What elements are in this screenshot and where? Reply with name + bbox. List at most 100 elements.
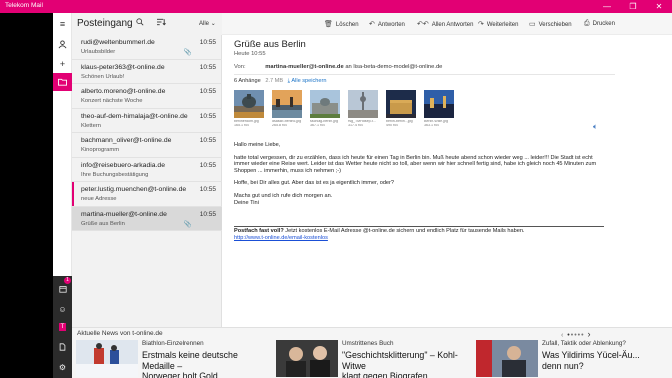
news-image-kohl [276,340,338,377]
person-icon[interactable] [53,35,72,53]
contacts-icon[interactable]: ☺ [53,300,72,318]
attachment-thumbnail[interactable]: berlin-berlin...jpg 490 KB [386,90,416,127]
from-label: Von: [234,64,246,70]
sort-icon[interactable] [157,18,166,28]
photo-tv-tower [348,90,378,118]
item-from: martina-mueller@t-online.de [81,210,167,218]
forward-icon: ↷ [478,21,484,28]
item-time: 10:55 [199,112,216,120]
item-subject: Konzert nächste Woche [81,98,143,104]
document-icon[interactable] [53,338,72,356]
save-icon: ⤓ [287,78,291,84]
item-subject: Grüße aus Berlin [81,220,125,227]
chevron-right-icon[interactable]: › [588,329,592,339]
attachment-thumbnail[interactable]: sschlag-berlin.jpg 367.1 KB [310,90,340,127]
filter-dropdown[interactable]: Alle ⌄ [199,20,216,27]
folder-icon[interactable] [53,73,72,91]
list-item[interactable]: bachmann_oliver@t-online.de 10:55 Kinopr… [72,133,222,158]
reply-button[interactable]: ↶ Antworten [369,20,405,28]
message-list: Posteingang Alle ⌄ rudi@weltenbummerl.de… [72,13,222,327]
reply-all-icon: ↶↶ [417,21,429,28]
mail-paragraph: Hoffe, bei Dir alles gut. Aber das ist e… [234,180,395,187]
search-icon[interactable] [136,18,144,28]
title-bar: Telekom Mail — ❐ ✕ [0,0,672,13]
divider [234,74,615,75]
list-item[interactable]: alberto.moreno@t-online.de 10:55 Konzert… [72,84,222,109]
signature-text: Jetzt kostenlos E-Mail Adresse @t-online… [283,228,525,234]
item-time: 10:55 [199,63,216,71]
item-time: 10:55 [199,186,216,193]
attachment-thumbnail[interactable]: berlinerdom.jpg 165.1 KB [234,90,264,127]
save-all-link[interactable]: ⤓ Alle speichern [288,78,327,84]
news-image-yildirim [476,340,538,377]
list-item[interactable]: info@reisebuero-arkadia.de 10:55 Ihre Bu… [72,158,222,182]
news-category: Umstrittenes Buch [342,340,394,347]
news-item[interactable]: Zufall, Taktik oder Ablenkung? Was Yildi… [472,339,672,378]
reply-all-button[interactable]: ↶↶ Allen Antworten [417,20,473,28]
move-button[interactable]: ▭ Verschieben [529,20,572,28]
item-time: 10:55 [199,39,216,46]
item-subject: Ihre Buchungsbestätigung [81,171,149,178]
save-all-label: Alle speichern [291,78,327,84]
telekom-icon[interactable]: T [53,318,72,336]
news-pager[interactable]: ‹ ••••• › [561,329,592,339]
calendar-icon[interactable]: 1 [53,277,72,298]
minimize-button[interactable]: — [594,0,620,13]
news-headline: "Geschichtsklitterung" – Kohl-Witwe klag… [342,350,458,378]
photo-berlin-skyline [272,90,302,118]
attachment-size: 317.4 KB [348,123,363,127]
item-from: rudi@weltenbummerl.de [81,39,155,46]
photo-berliner-dom [234,90,264,118]
close-button[interactable]: ✕ [646,0,672,13]
photo-berlin-night [424,90,454,118]
news-category: Biathlon-Einzelrennen [142,340,204,347]
print-button[interactable]: ⎙ Drucken [584,20,615,28]
paperclip-icon: 📎 [183,220,192,228]
list-item[interactable]: klaus-peter363@t-online.de 10:55 Schönen… [72,60,222,84]
news-item[interactable]: Umstrittenes Buch "Geschichtsklitterung"… [272,339,472,378]
news-bar: Aktuelle News von t-online.de ‹ ••••• › … [72,327,672,378]
attachment-thumbnail[interactable]: rsg_TMHdsep-t... 317.4 KB [348,90,378,127]
item-from: theo-auf-dem-himalaja@t-online.de [81,112,188,120]
mail-greeting: Hallo meine Liebe, [234,142,281,148]
attachments-info: 6 Anhänge 2.7 MB ⤓ Alle speichern [234,78,327,85]
mail-signature: Postfach fast voll? Jetzt kostenlos E-Ma… [234,228,524,242]
sender-address[interactable]: martina-mueller@t-online.de [265,64,343,70]
trash-icon: 🗑 [324,21,333,28]
delete-button[interactable]: 🗑 Löschen [324,20,359,28]
chevron-left-icon[interactable]: ‹ [561,332,564,339]
list-item[interactable]: theo-auf-dem-himalaja@t-online.de 10:55 … [72,109,222,133]
item-subject: Schönen Urlaub! [81,73,125,80]
item-subject: Klettern [81,122,101,129]
attachment-thumbnail[interactable]: dsaskb-berlin5.jpg 265.8 KB [272,90,302,127]
notification-badge: 1 [64,277,71,284]
news-headline: Was Yildirims Yücel-Äu... denn nun? [542,350,640,371]
plus-icon[interactable]: + [53,55,72,73]
item-time: 10:55 [199,88,216,95]
maximize-button[interactable]: ❐ [620,0,646,13]
attachment-size: 165.1 KB [234,123,249,127]
list-item[interactable]: rudi@weltenbummerl.de 10:55 Urlaubsbilde… [72,35,222,60]
folder-title: Posteingang [77,18,133,29]
item-subject: neue Adresse [81,196,117,202]
attachment-thumbnail[interactable]: Berlin-Wille.jpg 363.1 KB [424,90,454,127]
nav-rail-bottom: 1 ☺ T ⚙ [53,276,72,378]
speaker-icon[interactable]: 🔈︎ [593,122,598,132]
item-subject: Kinoprogramm [81,147,120,153]
news-headline: Erstmals keine deutsche Medaille – Norwe… [142,350,238,378]
hamburger-icon[interactable]: ≡ [53,15,72,33]
news-item[interactable]: Biathlon-Einzelrennen Erstmals keine deu… [72,339,272,378]
move-label: Verschieben [538,22,572,28]
item-time: 10:55 [199,161,216,169]
news-image-biathlon [76,340,138,377]
forward-button[interactable]: ↷ Weiterleiten [478,20,518,28]
message-list-header: Posteingang Alle ⌄ [72,13,222,35]
signature-headline: Postfach fast voll? [234,228,284,234]
item-time: 10:55 [199,137,216,144]
settings-icon[interactable]: ⚙ [53,358,72,376]
reading-pane-margin [617,35,672,327]
list-item-selected[interactable]: martina-mueller@t-online.de 10:55 Grüße … [72,206,222,231]
list-item[interactable]: peter.lustig.muenchen@t-online.de 10:55 … [72,182,222,207]
signature-link[interactable]: http://www.t-online.de/email-kostenlos [234,235,328,241]
forward-label: Weiterleiten [486,22,519,28]
